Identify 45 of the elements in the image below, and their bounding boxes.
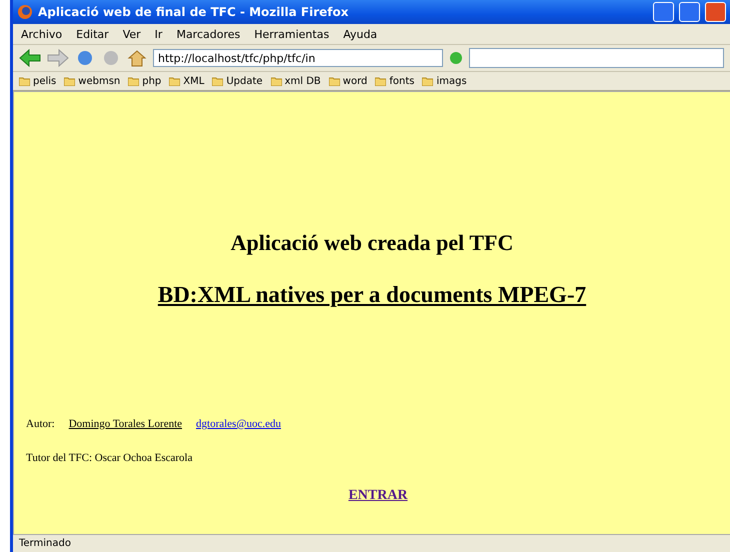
bookmark-item[interactable]: webmsn — [78, 76, 120, 86]
bookmark-item[interactable]: imags — [436, 76, 467, 86]
folder-icon — [169, 76, 180, 86]
window-title: Aplicació web de final de TFC - Mozilla Firefox — [38, 5, 350, 19]
minimize-button[interactable] — [653, 2, 674, 22]
menu-item[interactable]: Ayuda — [343, 28, 378, 40]
folder-icon — [328, 76, 340, 86]
menu-item[interactable]: Marcadores — [176, 28, 240, 40]
bookmark-item[interactable]: XML — [183, 76, 204, 86]
folder-icon — [270, 76, 282, 86]
reload-icon[interactable] — [75, 49, 95, 67]
enter-link[interactable]: ENTRAR — [348, 488, 408, 504]
author-label: Autor: — [26, 418, 55, 430]
go-icon[interactable] — [449, 51, 463, 65]
search-field[interactable] — [469, 48, 724, 68]
home-icon[interactable] — [127, 49, 147, 67]
author-link[interactable]: Domingo Torales Lorente — [68, 418, 182, 430]
folder-icon — [375, 76, 386, 86]
bookmark-item[interactable]: pelis — [33, 76, 56, 86]
back-icon[interactable] — [19, 49, 41, 67]
menu-item[interactable]: Ver — [122, 28, 141, 40]
menu-item[interactable]: Herramientas — [254, 28, 330, 40]
bookmark-item[interactable]: word — [342, 76, 368, 86]
firefox-icon — [17, 4, 33, 20]
email-link[interactable]: dgtorales@uoc.edu — [196, 418, 281, 430]
bookmark-item[interactable]: php — [142, 76, 162, 86]
bookmark-item[interactable]: Update — [226, 76, 263, 86]
tutor-text: Tutor del TFC: Oscar Ochoa Escarola — [26, 452, 192, 464]
menu-item[interactable]: Editar — [76, 28, 109, 40]
bookmark-item[interactable]: fonts — [389, 76, 414, 86]
folder-icon — [128, 76, 140, 86]
close-button[interactable] — [705, 2, 726, 22]
menu-item[interactable]: Archivo — [21, 28, 62, 40]
page-subtitle: BD:XML natives per a documents MPEG-7 — [156, 282, 588, 308]
maximize-button[interactable] — [679, 2, 700, 22]
address-field[interactable]: http://localhost/tfc/php/tfc/in — [153, 49, 443, 67]
folder-icon — [422, 76, 434, 86]
page-title: Aplicació web creada pel TFC — [230, 230, 514, 256]
folder-icon — [64, 76, 76, 86]
folder-icon — [212, 76, 224, 86]
menu-item[interactable]: Ir — [154, 28, 162, 40]
folder-icon — [19, 76, 30, 86]
forward-icon[interactable] — [47, 49, 69, 67]
status-text: Terminado — [19, 538, 71, 549]
bookmark-item[interactable]: xml DB — [284, 76, 321, 86]
